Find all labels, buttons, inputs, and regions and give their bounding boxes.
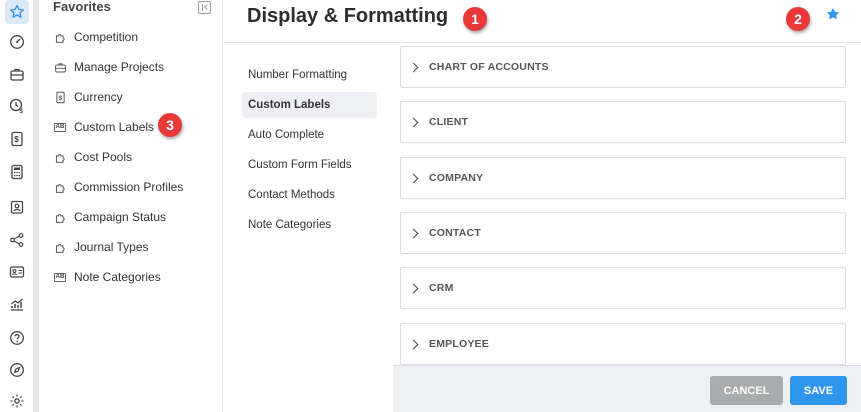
puzzle-icon bbox=[53, 240, 67, 254]
favorite-item-label: Note Categories bbox=[74, 270, 161, 284]
section-label: CHART OF ACCOUNTS bbox=[429, 61, 549, 73]
subnav-auto-complete[interactable]: Auto Complete bbox=[242, 122, 377, 148]
subnav-number-formatting[interactable]: Number Formatting bbox=[242, 62, 377, 88]
puzzle-icon bbox=[53, 210, 67, 224]
dashboard-gauge-icon[interactable] bbox=[5, 30, 29, 54]
section-label: EMPLOYEE bbox=[429, 338, 489, 350]
id-badge-icon[interactable] bbox=[5, 195, 29, 219]
network-share-icon[interactable] bbox=[5, 228, 29, 252]
star-icon[interactable] bbox=[5, 0, 29, 24]
calculator-icon[interactable] bbox=[5, 160, 29, 184]
favorites-panel: Favorites Competition Manage Projects $ … bbox=[39, 0, 223, 412]
ab-badge-text: AB bbox=[53, 122, 67, 132]
ab-label-icon: AB bbox=[53, 270, 67, 284]
collapse-panel-icon[interactable] bbox=[198, 1, 211, 14]
favorite-item-label: Competition bbox=[74, 30, 139, 44]
chevron-right-icon bbox=[408, 117, 419, 127]
dollar-doc-icon[interactable]: $ bbox=[5, 127, 29, 151]
dollar-doc-icon: $ bbox=[53, 90, 67, 104]
favorite-item-label: Journal Types bbox=[74, 240, 149, 254]
help-icon[interactable] bbox=[5, 326, 29, 350]
favorite-item-cost-pools[interactable]: Cost Pools bbox=[53, 147, 132, 167]
subnav-custom-form-fields[interactable]: Custom Form Fields bbox=[242, 152, 377, 178]
contact-card-icon[interactable] bbox=[5, 260, 29, 284]
callout-badge: 3 bbox=[158, 113, 182, 137]
favorite-item-label: Cost Pools bbox=[74, 150, 133, 164]
puzzle-icon bbox=[53, 30, 67, 44]
subnav-custom-labels[interactable]: Custom Labels bbox=[242, 92, 377, 118]
briefcase-icon[interactable] bbox=[5, 62, 29, 86]
chevron-right-icon bbox=[408, 283, 419, 293]
analytics-chart-icon[interactable] bbox=[5, 292, 29, 316]
subnav-note-categories[interactable]: Note Categories bbox=[242, 212, 377, 238]
ab-badge-text: AB bbox=[53, 272, 67, 282]
settings-gear-icon[interactable] bbox=[5, 389, 29, 412]
favorite-item-campaign-status[interactable]: Campaign Status bbox=[53, 207, 166, 227]
favorites-title: Favorites bbox=[53, 0, 111, 14]
section-chart-of-accounts[interactable]: CHART OF ACCOUNTS bbox=[400, 46, 846, 88]
favorite-item-label: Campaign Status bbox=[74, 210, 167, 224]
section-label: CRM bbox=[429, 282, 454, 294]
puzzle-icon bbox=[53, 180, 67, 194]
favorite-item-commission-profiles[interactable]: Commission Profiles bbox=[53, 177, 183, 197]
section-employee[interactable]: EMPLOYEE bbox=[400, 323, 846, 365]
section-label: CLIENT bbox=[429, 116, 469, 128]
ab-label-icon: AB bbox=[53, 120, 67, 134]
favorite-item-competition[interactable]: Competition bbox=[53, 27, 138, 47]
favorite-item-manage-projects[interactable]: Manage Projects bbox=[53, 57, 164, 77]
favorite-item-label: Custom Labels bbox=[74, 120, 155, 134]
page-header: Display & Formatting bbox=[224, 0, 861, 43]
favorite-item-label: Manage Projects bbox=[74, 60, 165, 74]
section-label: COMPANY bbox=[429, 172, 484, 184]
section-company[interactable]: COMPANY bbox=[400, 157, 846, 199]
page-title: Display & Formatting bbox=[247, 5, 449, 27]
svg-text:$: $ bbox=[14, 135, 19, 144]
briefcase-icon bbox=[53, 60, 67, 74]
favorite-item-note-categories[interactable]: AB Note Categories bbox=[53, 267, 161, 287]
callout-badge: 1 bbox=[463, 7, 487, 31]
section-client[interactable]: CLIENT bbox=[400, 101, 846, 143]
svg-text:$: $ bbox=[58, 94, 62, 101]
chevron-right-icon bbox=[408, 173, 419, 183]
favorite-item-currency[interactable]: $ Currency bbox=[53, 87, 123, 107]
section-crm[interactable]: CRM bbox=[400, 267, 846, 309]
puzzle-icon bbox=[53, 150, 67, 164]
chevron-right-icon bbox=[408, 62, 419, 72]
favorite-item-label: Currency bbox=[74, 90, 123, 104]
chevron-right-icon bbox=[408, 228, 419, 238]
subnav-contact-methods[interactable]: Contact Methods bbox=[242, 182, 377, 208]
favorite-item-label: Commission Profiles bbox=[74, 180, 184, 194]
section-label: CONTACT bbox=[429, 227, 481, 239]
favorite-star-icon[interactable] bbox=[826, 7, 840, 21]
cancel-button[interactable]: CANCEL bbox=[710, 376, 783, 405]
compass-icon[interactable] bbox=[5, 358, 29, 382]
icon-rail: $ $ bbox=[0, 0, 34, 412]
section-contact[interactable]: CONTACT bbox=[400, 212, 846, 254]
favorite-item-journal-types[interactable]: Journal Types bbox=[53, 237, 149, 257]
save-button[interactable]: SAVE bbox=[790, 376, 847, 405]
clock-dollar-icon[interactable]: $ bbox=[5, 94, 29, 118]
chevron-right-icon bbox=[408, 339, 419, 349]
callout-badge: 2 bbox=[786, 7, 810, 31]
svg-text:$: $ bbox=[20, 109, 24, 114]
favorite-item-custom-labels[interactable]: AB Custom Labels bbox=[53, 117, 154, 137]
